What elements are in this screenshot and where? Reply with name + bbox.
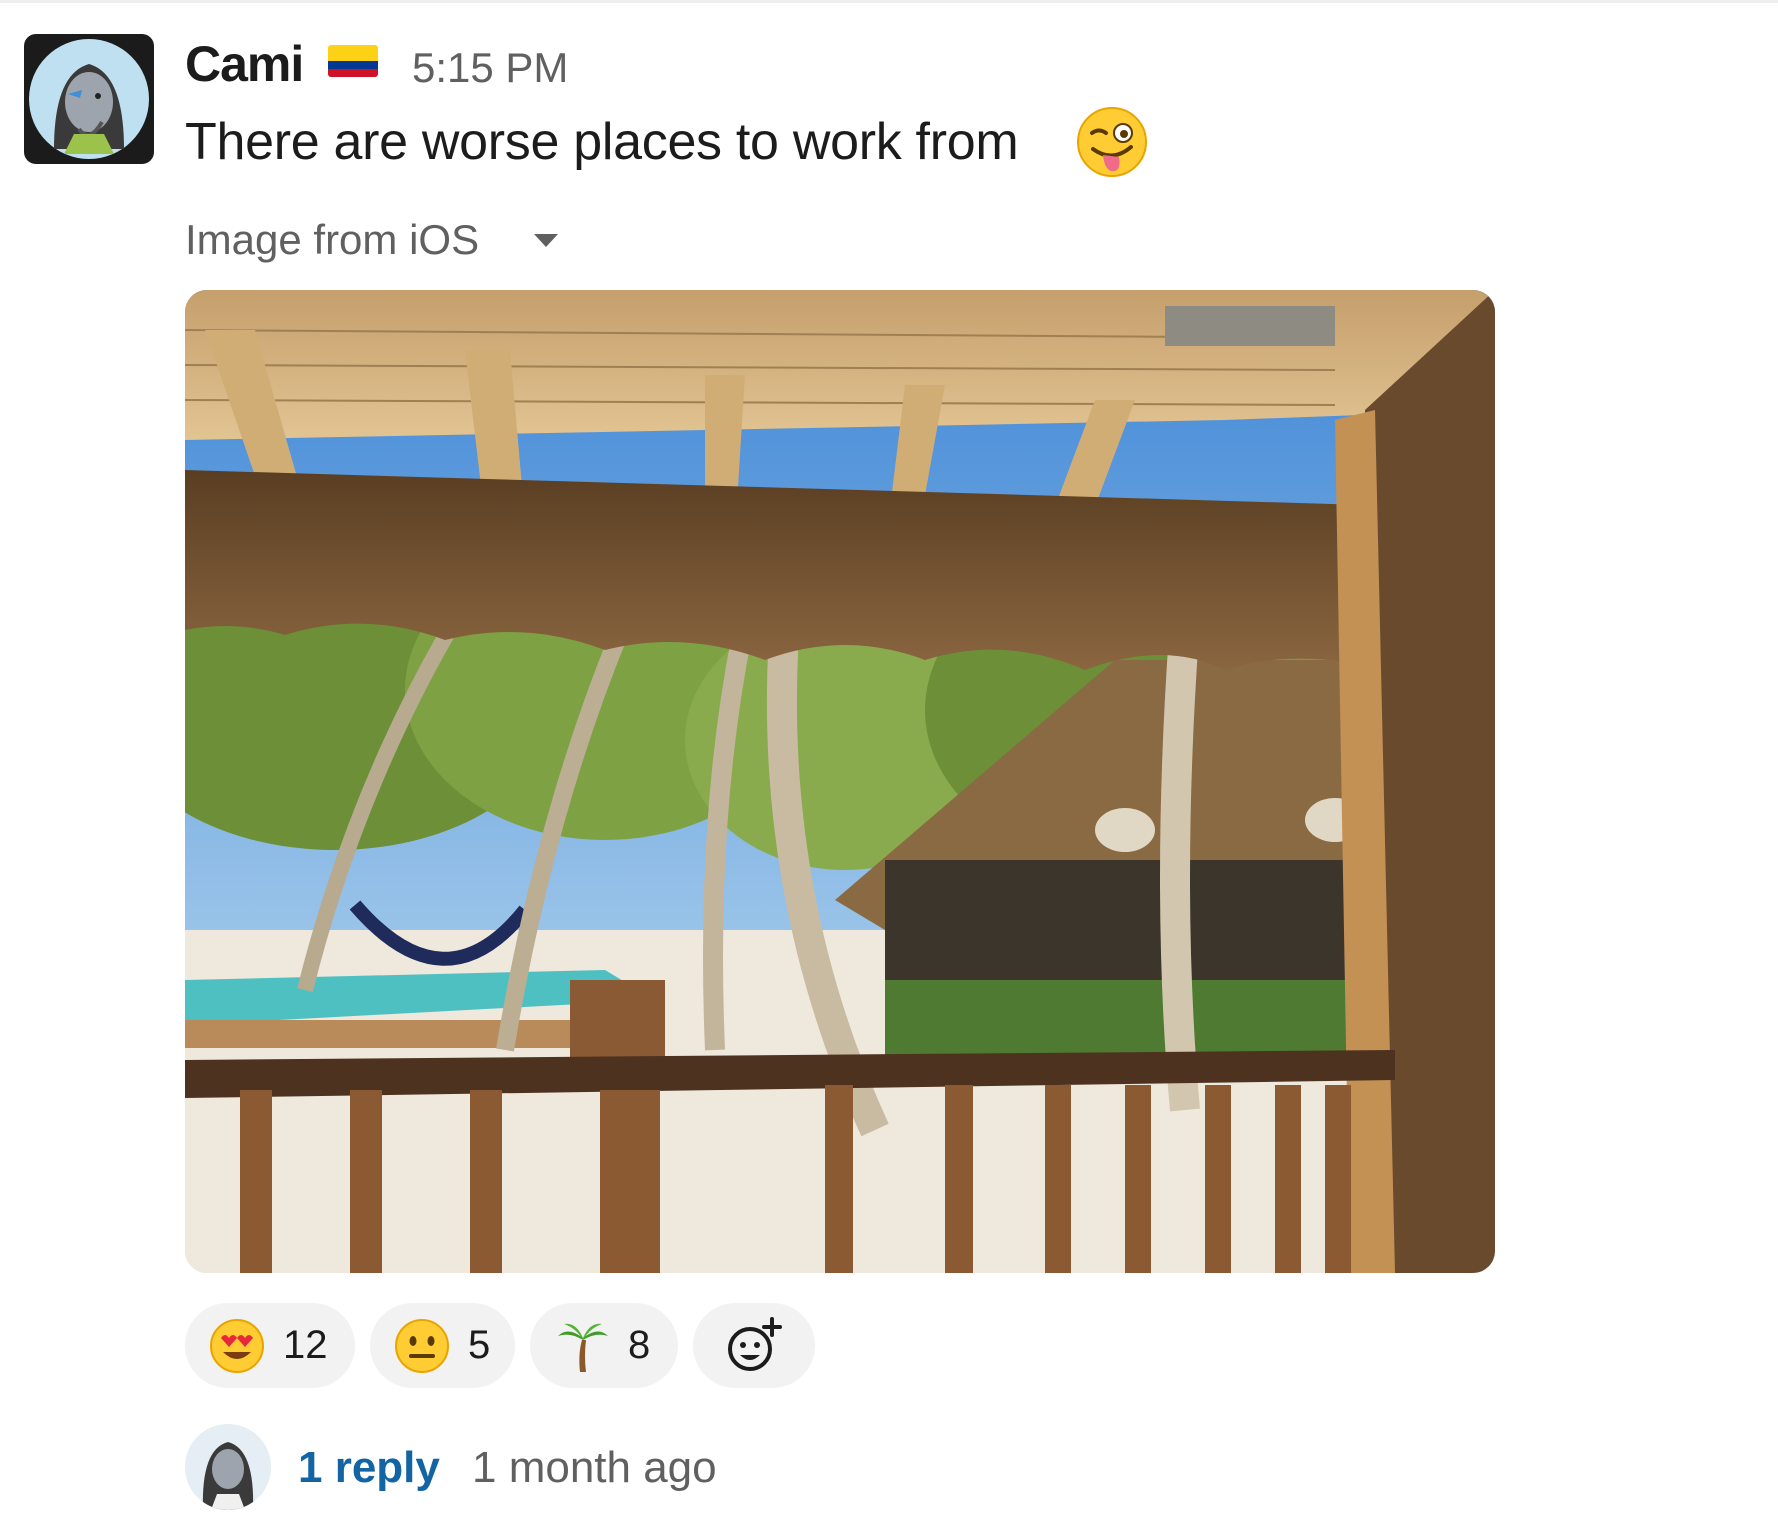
author-name[interactable]: Cami [185, 34, 304, 94]
reaction-heart-eyes[interactable]: 12 [185, 1303, 355, 1388]
reaction-neutral-face[interactable]: 5 [370, 1303, 515, 1388]
flag-colombia-icon [328, 45, 378, 77]
message-timestamp[interactable]: 5:15 PM [412, 40, 568, 96]
top-divider [0, 0, 1778, 3]
neutral-face-emoji-icon [395, 1318, 449, 1373]
add-reaction-button[interactable] [693, 1303, 815, 1388]
reaction-count: 5 [468, 1323, 491, 1367]
chevron-down-icon[interactable] [534, 234, 558, 247]
reaction-count: 12 [283, 1323, 328, 1367]
add-reaction-icon [728, 1317, 782, 1371]
reaction-count: 8 [628, 1323, 651, 1367]
heart-eyes-emoji-icon [210, 1318, 264, 1373]
author-avatar[interactable] [24, 34, 154, 164]
winking-tongue-emoji-icon [1077, 107, 1147, 177]
message-text: There are worse places to work from [185, 113, 1019, 171]
reply-avatar[interactable] [185, 1424, 271, 1510]
attachment-label[interactable]: Image from iOS [185, 215, 479, 265]
beach-resort-photo[interactable] [185, 290, 1495, 1273]
thread-reply-link[interactable]: 1 reply [298, 1440, 440, 1496]
reaction-palm-tree[interactable]: 8 [530, 1303, 678, 1388]
thread-last-reply-time: 1 month ago [472, 1443, 717, 1492]
palm-tree-emoji-icon [558, 1323, 608, 1372]
